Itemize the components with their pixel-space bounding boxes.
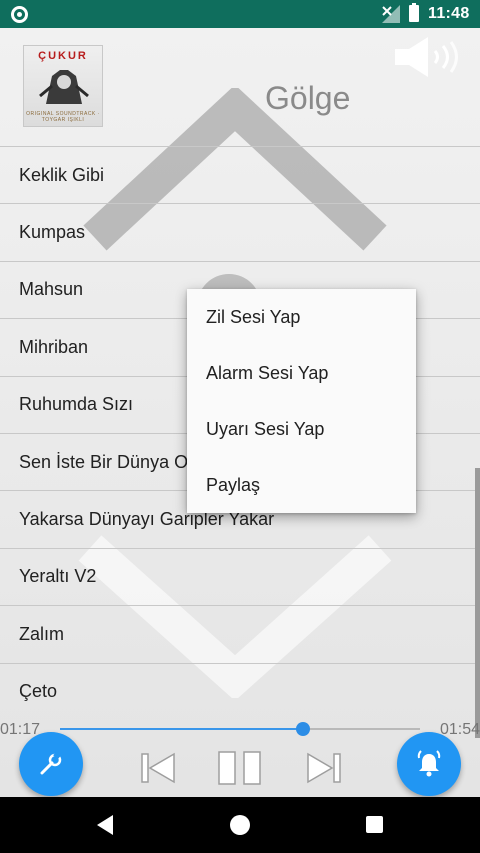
skip-previous-icon <box>141 752 175 784</box>
home-icon[interactable] <box>230 815 250 835</box>
recent-apps-icon[interactable] <box>366 816 383 833</box>
player-screen: ÇUKUR ORIGINAL SOUNDTRACK · TOYGAR IŞIKL… <box>0 28 480 797</box>
settings-button[interactable] <box>19 732 83 796</box>
seek-bar-thumb[interactable] <box>296 722 310 736</box>
ringtone-button[interactable] <box>397 732 461 796</box>
wrench-icon <box>40 751 62 775</box>
menu-item-notification[interactable]: Uyarı Sesi Yap <box>187 401 416 457</box>
status-bar: 11:48 <box>0 0 480 28</box>
menu-item-alarm[interactable]: Alarm Sesi Yap <box>187 345 416 401</box>
list-item[interactable]: Kumpas <box>0 203 480 260</box>
speaker-icon[interactable] <box>392 34 464 80</box>
back-icon[interactable] <box>95 814 115 836</box>
album-cover-subtitle: ORIGINAL SOUNDTRACK · TOYGAR IŞIKLI <box>26 111 100 123</box>
now-playing-title: Gölge <box>265 80 351 116</box>
context-menu: Zil Sesi Yap Alarm Sesi Yap Uyarı Sesi Y… <box>187 289 416 513</box>
pause-icon <box>218 751 261 785</box>
skip-next-icon <box>307 752 341 784</box>
menu-item-share[interactable]: Paylaş <box>187 457 416 513</box>
album-cover: ÇUKUR ORIGINAL SOUNDTRACK · TOYGAR IŞIKL… <box>23 45 103 127</box>
pause-button[interactable] <box>214 750 266 786</box>
next-button[interactable] <box>302 750 346 786</box>
list-item[interactable]: Zalım <box>0 605 480 662</box>
now-playing-header: ÇUKUR ORIGINAL SOUNDTRACK · TOYGAR IŞIKL… <box>0 28 480 146</box>
list-scrollbar[interactable] <box>475 468 480 738</box>
list-item[interactable]: Yeraltı V2 <box>0 547 480 605</box>
seek-bar[interactable] <box>60 722 420 736</box>
no-signal-icon <box>382 5 400 23</box>
list-item[interactable]: Çeto <box>0 662 480 720</box>
app-notification-icon <box>11 6 28 23</box>
status-clock: 11:48 <box>428 5 470 22</box>
list-item[interactable]: Keklik Gibi <box>0 146 480 203</box>
battery-icon <box>409 3 419 22</box>
previous-button[interactable] <box>136 750 180 786</box>
menu-item-ringtone[interactable]: Zil Sesi Yap <box>187 289 416 345</box>
system-navigation-bar <box>0 797 480 853</box>
seek-bar-progress <box>60 728 303 730</box>
alarm-bell-icon <box>417 750 441 777</box>
album-cover-figure-icon <box>39 70 89 104</box>
album-art[interactable]: ÇUKUR ORIGINAL SOUNDTRACK · TOYGAR IŞIKL… <box>23 45 161 127</box>
album-cover-title: ÇUKUR <box>38 50 88 62</box>
